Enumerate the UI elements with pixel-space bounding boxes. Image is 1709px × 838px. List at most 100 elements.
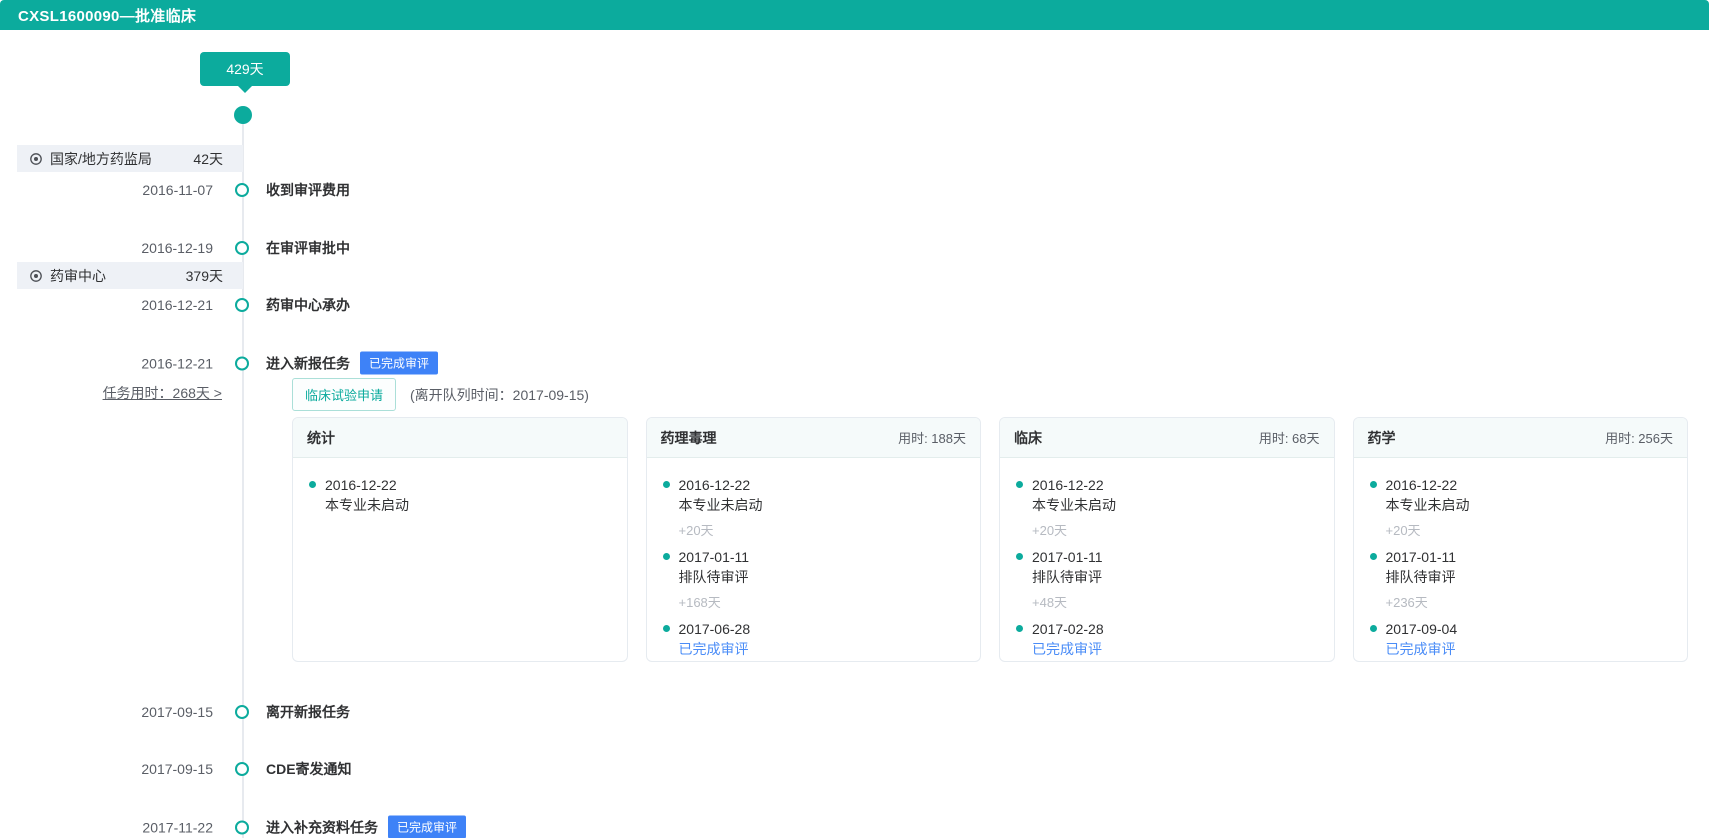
queue-leave-note: (离开队列时间：2017-09-15) (410, 386, 589, 403)
card-body: 2016-12-22 本专业未启动 +20天 2017-01-11 排队待审评 … (1354, 458, 1688, 661)
entry-gap-days: +20天 (1032, 523, 1068, 538)
event-node-icon (235, 298, 249, 312)
entry-gap-days: +20天 (678, 523, 714, 538)
task-duration-link[interactable]: 任务用时：268天 > (100, 383, 222, 403)
bullet-dot-icon (662, 553, 670, 560)
title-bar: CXSL1600090—批准临床 (0, 0, 1709, 30)
event-date: 2016-12-21 (141, 355, 213, 371)
event-label: 离开新报任务 (266, 704, 350, 720)
timeline-start-dot (234, 106, 252, 124)
card-duration: 用时: 68天 (1258, 431, 1320, 446)
org-bar-nmpa: 国家/地方药监局 42天 (17, 145, 243, 172)
entry-status: 排队待审评 (1032, 569, 1102, 585)
event-date: 2017-11-22 (142, 819, 213, 835)
specialty-cards-row: 统计 2016-12-22 本专业未启动 药理毒理 用时: 188天 2016-… (292, 417, 1688, 662)
entry-gap-days: +20天 (1385, 523, 1421, 538)
entry-date: 2016-12-22 (678, 477, 751, 493)
event-node-icon (235, 356, 249, 370)
specialty-card-pharm-tox: 药理毒理 用时: 188天 2016-12-22 本专业未启动 +20天 201… (645, 417, 981, 662)
event-node-icon (235, 183, 249, 197)
entry-date: 2017-06-28 (678, 621, 751, 637)
timeline-event-fee-received: 2016-11-07 收到审评费用 (100, 180, 350, 200)
entry-gap-days: +236天 (1385, 595, 1428, 610)
specialty-card-statistics: 统计 2016-12-22 本专业未启动 (292, 417, 628, 662)
card-body: 2016-12-22 本专业未启动 +20天 2017-01-11 排队待审评 … (1000, 458, 1334, 661)
card-entry: 2017-06-28 已完成审评 (662, 619, 965, 659)
card-header: 临床 用时: 68天 (1000, 418, 1334, 458)
event-node-icon (235, 820, 249, 834)
location-pin-icon (29, 269, 43, 283)
entry-date: 2017-01-11 (1032, 549, 1103, 565)
location-pin-icon (29, 152, 43, 166)
event-label: 收到审评费用 (266, 182, 350, 198)
bullet-dot-icon (1016, 481, 1023, 488)
org-bar-cde: 药审中心 379天 (17, 262, 243, 289)
entry-gap-days: +168天 (678, 595, 721, 610)
event-date: 2016-11-07 (142, 182, 213, 198)
app-window: CXSL1600090—批准临床 429天 国家/地方药监局 42天 药审中心 … (0, 0, 1709, 838)
application-type-tag: 临床试验申请 (292, 378, 397, 411)
entry-status-link[interactable]: 已完成审评 (679, 639, 965, 659)
entry-status: 本专业未启动 (678, 497, 763, 513)
card-title: 统计 (307, 429, 335, 446)
review-status-badge: 已完成审评 (388, 815, 467, 838)
entry-status: 排队待审评 (1385, 569, 1456, 585)
card-entry: 2016-12-22 本专业未启动 (662, 475, 965, 515)
event-date: 2016-12-19 (141, 240, 213, 256)
timeline-event-under-review: 2016-12-19 在审评审批中 (100, 238, 350, 258)
total-duration-bubble: 429天 (200, 52, 290, 93)
bullet-dot-icon (1369, 625, 1377, 632)
timeline-event-cde-notice: 2017-09-15 CDE寄发通知 (100, 759, 352, 779)
entry-status: 本专业未启动 (1032, 497, 1116, 513)
org-days: 42天 (193, 150, 223, 167)
org-name: 药审中心 (50, 267, 106, 284)
entry-status: 本专业未启动 (325, 497, 409, 513)
timeline-event-leave-new-task: 2017-09-15 离开新报任务 (100, 702, 350, 722)
event-node-icon (235, 762, 249, 776)
card-entry: 2017-01-11 排队待审评 (1016, 547, 1318, 587)
card-entry: 2017-01-11 排队待审评 (1369, 547, 1672, 587)
card-entry: 2017-01-11 排队待审评 (662, 547, 965, 587)
event-date: 2017-09-15 (141, 761, 213, 777)
application-tag-row: 临床试验申请 (离开队列时间：2017-09-15) (292, 378, 589, 411)
card-title: 药学 (1367, 429, 1396, 446)
entry-date: 2017-01-11 (678, 549, 750, 565)
entry-status-link[interactable]: 已完成审评 (1386, 639, 1672, 659)
card-header: 药理毒理 用时: 188天 (646, 418, 980, 458)
specialty-card-clinical: 临床 用时: 68天 2016-12-22 本专业未启动 +20天 2017-0… (999, 417, 1335, 662)
card-body: 2016-12-22 本专业未启动 +20天 2017-01-11 排队待审评 … (647, 458, 981, 661)
bullet-dot-icon (309, 481, 316, 488)
event-label: 药审中心承办 (266, 297, 350, 313)
bullet-dot-icon (1016, 553, 1023, 560)
timeline-event-enter-new-task: 2016-12-21 进入新报任务 已完成审评 (100, 351, 439, 375)
card-entry: 2016-12-22 本专业未启动 (1369, 475, 1672, 515)
review-status-badge: 已完成审评 (360, 351, 439, 375)
timeline-event-cde-undertake: 2016-12-21 药审中心承办 (100, 295, 350, 315)
entry-gap-days: +48天 (1032, 595, 1068, 610)
event-node-icon (235, 241, 249, 255)
entry-status: 本专业未启动 (1385, 497, 1470, 513)
bullet-dot-icon (1016, 625, 1023, 632)
entry-date: 2016-12-22 (1032, 477, 1104, 493)
event-node-icon (235, 705, 249, 719)
bullet-dot-icon (1369, 553, 1377, 560)
entry-status-link[interactable]: 已完成审评 (1032, 639, 1318, 659)
org-days: 379天 (185, 267, 223, 284)
card-header: 统计 (293, 418, 627, 458)
specialty-card-pharmacy: 药学 用时: 256天 2016-12-22 本专业未启动 +20天 2017-… (1352, 417, 1688, 662)
card-header: 药学 用时: 256天 (1353, 418, 1687, 458)
event-date: 2017-09-15 (141, 704, 213, 720)
event-label: 在审评审批中 (266, 240, 350, 256)
bullet-dot-icon (662, 625, 670, 632)
bullet-dot-icon (662, 481, 670, 488)
card-title: 药理毒理 (660, 429, 717, 446)
card-body: 2016-12-22 本专业未启动 (293, 458, 627, 532)
entry-date: 2016-12-22 (325, 477, 397, 493)
card-duration: 用时: 256天 (1605, 431, 1673, 446)
entry-date: 2017-02-28 (1032, 621, 1104, 637)
card-duration: 用时: 188天 (898, 431, 966, 446)
event-label: CDE寄发通知 (266, 761, 352, 777)
event-date: 2016-12-21 (141, 297, 213, 313)
event-label: 进入新报任务 (266, 355, 350, 371)
entry-status: 排队待审评 (678, 569, 749, 585)
